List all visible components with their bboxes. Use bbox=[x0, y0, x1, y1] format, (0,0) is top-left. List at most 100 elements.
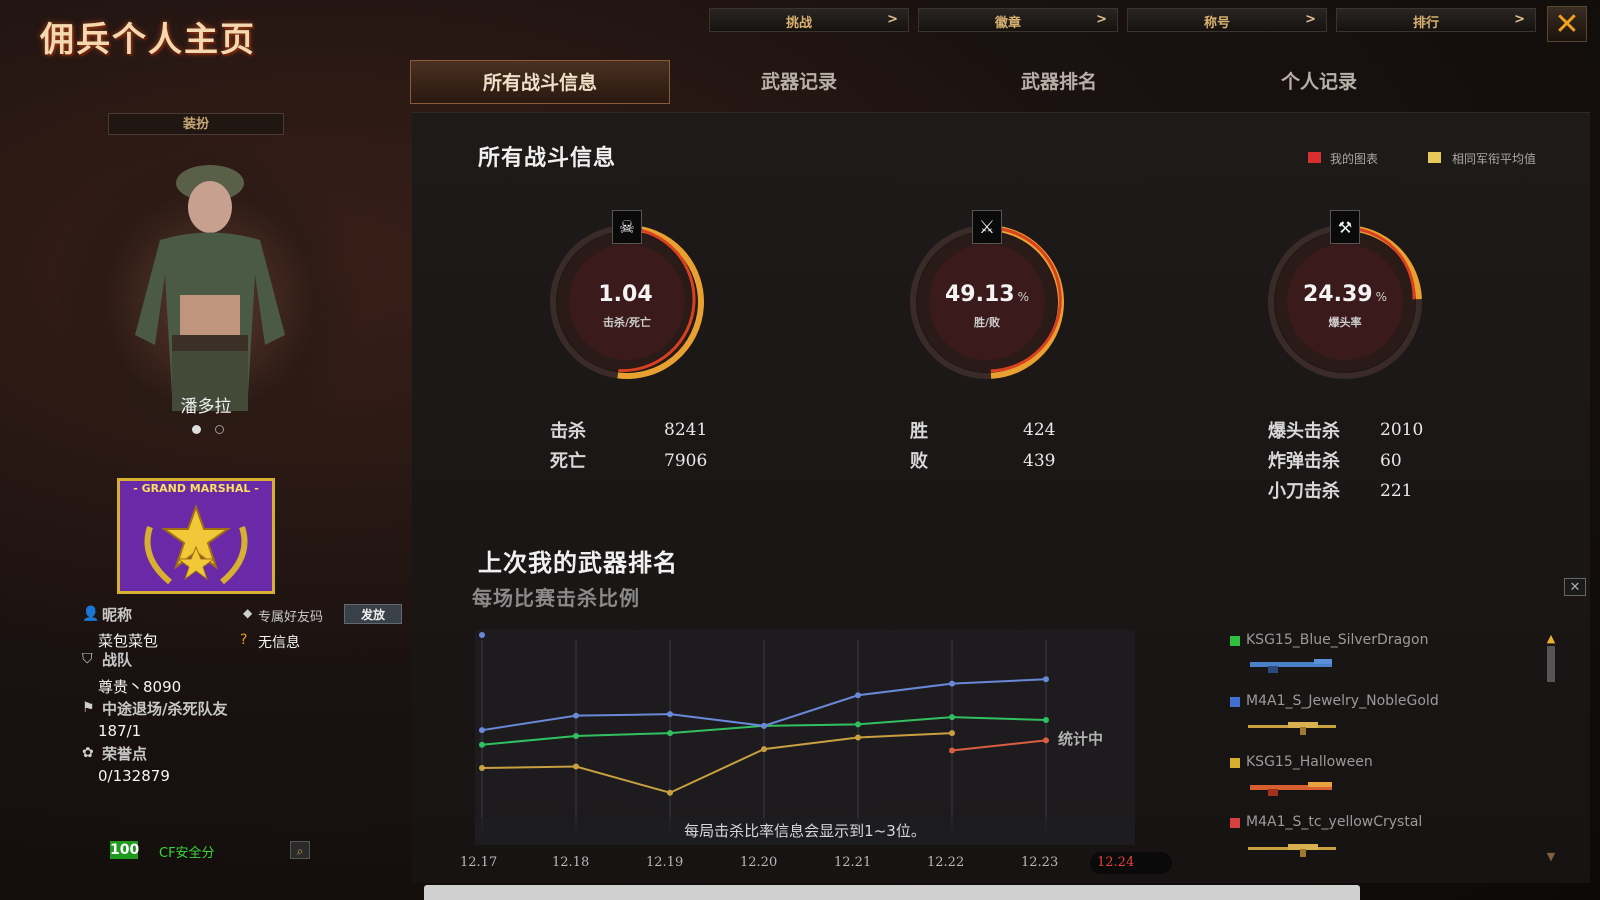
safe-score-badge: 100 bbox=[110, 841, 140, 859]
top-nav-ranking[interactable]: 排行 > bbox=[1336, 8, 1536, 32]
weapon-swatch bbox=[1230, 697, 1240, 707]
honor-label: 荣誉点 bbox=[102, 745, 148, 763]
bomb-value: 60 bbox=[1380, 451, 1402, 471]
team-value: 尊贵丶8090 bbox=[98, 678, 182, 696]
x-tick-label[interactable]: 12.18 bbox=[552, 855, 589, 870]
search-icon[interactable]: ⌕ bbox=[290, 841, 310, 859]
x-tick-label[interactable]: 12.23 bbox=[1021, 855, 1058, 870]
taskbar-strip bbox=[424, 885, 1360, 900]
weapon-name: M4A1_S_Jewelry_NobleGold bbox=[1246, 693, 1439, 709]
legend-swatch-average bbox=[1428, 152, 1441, 163]
star-wreath-icon bbox=[144, 504, 248, 585]
tab-personal-records[interactable]: 个人记录 bbox=[1189, 60, 1449, 104]
rifle-icon bbox=[1248, 722, 1336, 735]
deaths-value: 7906 bbox=[664, 451, 708, 471]
gauge-number: 49.13 bbox=[945, 282, 1015, 307]
page-title: 佣兵个人主页 bbox=[40, 20, 256, 60]
carousel-dot[interactable] bbox=[215, 425, 224, 434]
chart-note: 每局击杀比率信息会显示到1~3位。 bbox=[475, 818, 1135, 844]
losses-value: 439 bbox=[1023, 451, 1056, 471]
x-tick-label[interactable]: 12.20 bbox=[740, 855, 777, 870]
gauge-headshot: 24.39% 爆头率 bbox=[1265, 222, 1425, 382]
gauge-caption: 胜/败 bbox=[973, 316, 1001, 329]
crossed-swords-icon: ⚔ bbox=[972, 210, 1002, 244]
gauge-number: 24.39 bbox=[1303, 282, 1373, 307]
losses-label: 败 bbox=[910, 451, 928, 472]
runner-icon: ⚑ bbox=[82, 700, 95, 716]
tab-weapon-ranking[interactable]: 武器排名 bbox=[929, 60, 1189, 104]
top-nav-challenge[interactable]: 挑战 > bbox=[709, 8, 909, 32]
scrollbar[interactable]: ▲ ▼ bbox=[1545, 632, 1557, 863]
honor-value: 0/132879 bbox=[98, 767, 170, 785]
weapon-swatch bbox=[1230, 758, 1240, 768]
tab-weapon-records[interactable]: 武器记录 bbox=[669, 60, 929, 104]
safe-score-label: CF安全分 bbox=[159, 846, 215, 861]
weapon-name: M4A1_S_tc_yellowCrystal bbox=[1246, 814, 1423, 830]
scroll-thumb[interactable] bbox=[1547, 646, 1555, 682]
chevron-right-icon: > bbox=[1305, 12, 1316, 27]
top-nav-title[interactable]: 称号 > bbox=[1127, 8, 1327, 32]
scroll-down-icon[interactable]: ▼ bbox=[1545, 850, 1557, 863]
x-tick-label[interactable]: 12.24 bbox=[1097, 855, 1134, 870]
shotgun-icon bbox=[1250, 659, 1332, 673]
issue-button[interactable]: 发放 bbox=[344, 604, 402, 624]
tab-all-battle-info[interactable]: 所有战斗信息 bbox=[410, 60, 670, 104]
headshot-value: 2010 bbox=[1380, 420, 1424, 440]
scroll-up-icon[interactable]: ▲ bbox=[1545, 632, 1557, 645]
game-window: 佣兵个人主页 挑战 > 徽章 > 称号 > 排行 > ✕ 所有战斗信息 武器记录… bbox=[0, 0, 1600, 900]
character-portrait bbox=[60, 145, 360, 430]
rank-badge: - GRAND MARSHAL - bbox=[117, 478, 275, 594]
top-nav-label: 称号 bbox=[1203, 16, 1230, 31]
legend-swatch-mine bbox=[1308, 152, 1321, 163]
x-tick-label[interactable]: 12.19 bbox=[646, 855, 683, 870]
gauge-caption: 击杀/死亡 bbox=[602, 316, 652, 329]
gauge-number: 1.04 bbox=[598, 282, 653, 307]
weapon-name: KSG15_Blue_SilverDragon bbox=[1246, 632, 1429, 648]
question-icon: ? bbox=[240, 632, 248, 648]
nickname-label: 昵称 bbox=[102, 606, 133, 624]
shotgun-icon bbox=[1250, 782, 1332, 796]
shield-icon: ⛉ bbox=[82, 651, 93, 667]
bomb-label: 炸弹击杀 bbox=[1268, 451, 1340, 472]
kills-label: 击杀 bbox=[550, 421, 586, 442]
knife-label: 小刀击杀 bbox=[1268, 481, 1340, 502]
deaths-label: 死亡 bbox=[550, 451, 586, 472]
section-title: 所有战斗信息 bbox=[478, 146, 617, 171]
character-figure bbox=[135, 165, 285, 411]
quit-value: 187/1 bbox=[98, 722, 142, 740]
x-tick-label[interactable]: 12.17 bbox=[460, 855, 497, 870]
team-label: 战队 bbox=[102, 651, 133, 669]
top-nav-label: 徽章 bbox=[994, 16, 1021, 31]
chart-status: 统计中 bbox=[1058, 730, 1104, 748]
gauge-value: 1.04 bbox=[547, 282, 707, 307]
outfit-button[interactable]: 装扮 bbox=[108, 113, 284, 135]
close-button[interactable]: ✕ bbox=[1547, 6, 1587, 42]
legend-label-mine: 我的图表 bbox=[1330, 152, 1379, 166]
top-nav-label: 挑战 bbox=[785, 16, 812, 31]
skull-icon: ☠ bbox=[612, 210, 642, 244]
laurel-icon: ✿ bbox=[82, 745, 94, 761]
gauge-unit: % bbox=[1017, 290, 1029, 304]
weapon-swatch bbox=[1230, 636, 1240, 646]
gauge-value: 24.39% bbox=[1265, 282, 1425, 307]
wins-value: 424 bbox=[1023, 420, 1056, 440]
gauge-unit: % bbox=[1375, 290, 1387, 304]
x-tick-label[interactable]: 12.22 bbox=[927, 855, 964, 870]
gauge-value: 49.13% bbox=[907, 282, 1067, 307]
gauge-caption: 爆头率 bbox=[1328, 316, 1362, 329]
person-icon: 👤 bbox=[82, 606, 100, 622]
weapon-rank-title: 上次我的武器排名 bbox=[478, 549, 678, 577]
x-tick-label[interactable]: 12.21 bbox=[834, 855, 871, 870]
chevron-right-icon: > bbox=[1096, 12, 1107, 27]
nickname-value: 菜包菜包 bbox=[98, 632, 159, 650]
knife-value: 221 bbox=[1380, 481, 1413, 501]
carousel-dot-active[interactable] bbox=[192, 425, 201, 434]
wins-label: 胜 bbox=[910, 421, 928, 442]
friend-code-label: 专属好友码 bbox=[258, 610, 324, 625]
close-icon[interactable]: ✕ bbox=[1564, 578, 1586, 596]
rifle-icon bbox=[1248, 844, 1336, 857]
chevron-right-icon: > bbox=[1514, 12, 1525, 27]
friend-code-value: 无信息 bbox=[258, 635, 300, 651]
chart-area bbox=[475, 630, 1135, 845]
top-nav-badge[interactable]: 徽章 > bbox=[918, 8, 1118, 32]
